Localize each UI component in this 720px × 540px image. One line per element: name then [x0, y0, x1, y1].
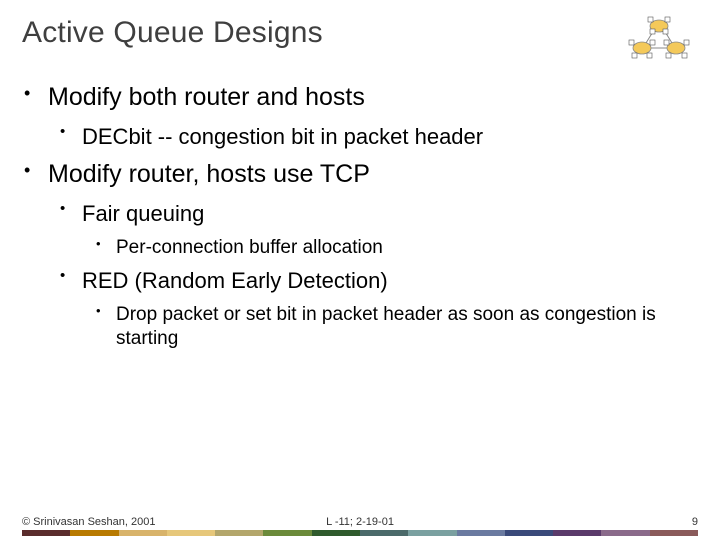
list-item: Modify router, hosts use TCP Fair queuin…: [22, 159, 698, 351]
list-item: RED (Random Early Detection) Drop packet…: [48, 267, 698, 350]
network-logo-icon: [620, 16, 698, 64]
footer: © Srinivasan Seshan, 2001 L -11; 2-19-01…: [0, 516, 720, 540]
bullet-text: Drop packet or set bit in packet header …: [116, 304, 656, 349]
slide: Active Queue Designs: [0, 0, 720, 540]
list-item: Drop packet or set bit in packet header …: [82, 303, 698, 351]
footer-copyright: © Srinivasan Seshan, 2001: [22, 516, 155, 528]
bullet-text: Per-connection buffer allocation: [116, 237, 383, 258]
footer-lecture-info: L -11; 2-19-01: [326, 516, 394, 528]
content-area: Modify both router and hosts DECbit -- c…: [22, 64, 698, 540]
bullet-text: RED (Random Early Detection): [82, 268, 388, 293]
page-title: Active Queue Designs: [22, 16, 323, 50]
bullet-list: Modify both router and hosts DECbit -- c…: [22, 82, 698, 350]
footer-page-number: 9: [692, 516, 698, 528]
bullet-text: Fair queuing: [82, 201, 204, 226]
list-item: DECbit -- congestion bit in packet heade…: [48, 123, 698, 151]
bullet-text: Modify both router and hosts: [48, 83, 365, 111]
list-item: Fair queuing Per-connection buffer alloc…: [48, 200, 698, 259]
list-item: Per-connection buffer allocation: [82, 236, 698, 260]
footer-color-stripe: [22, 530, 698, 536]
list-item: Modify both router and hosts DECbit -- c…: [22, 82, 698, 151]
header: Active Queue Designs: [22, 16, 698, 64]
bullet-text: Modify router, hosts use TCP: [48, 160, 370, 188]
bullet-text: DECbit -- congestion bit in packet heade…: [82, 124, 483, 149]
